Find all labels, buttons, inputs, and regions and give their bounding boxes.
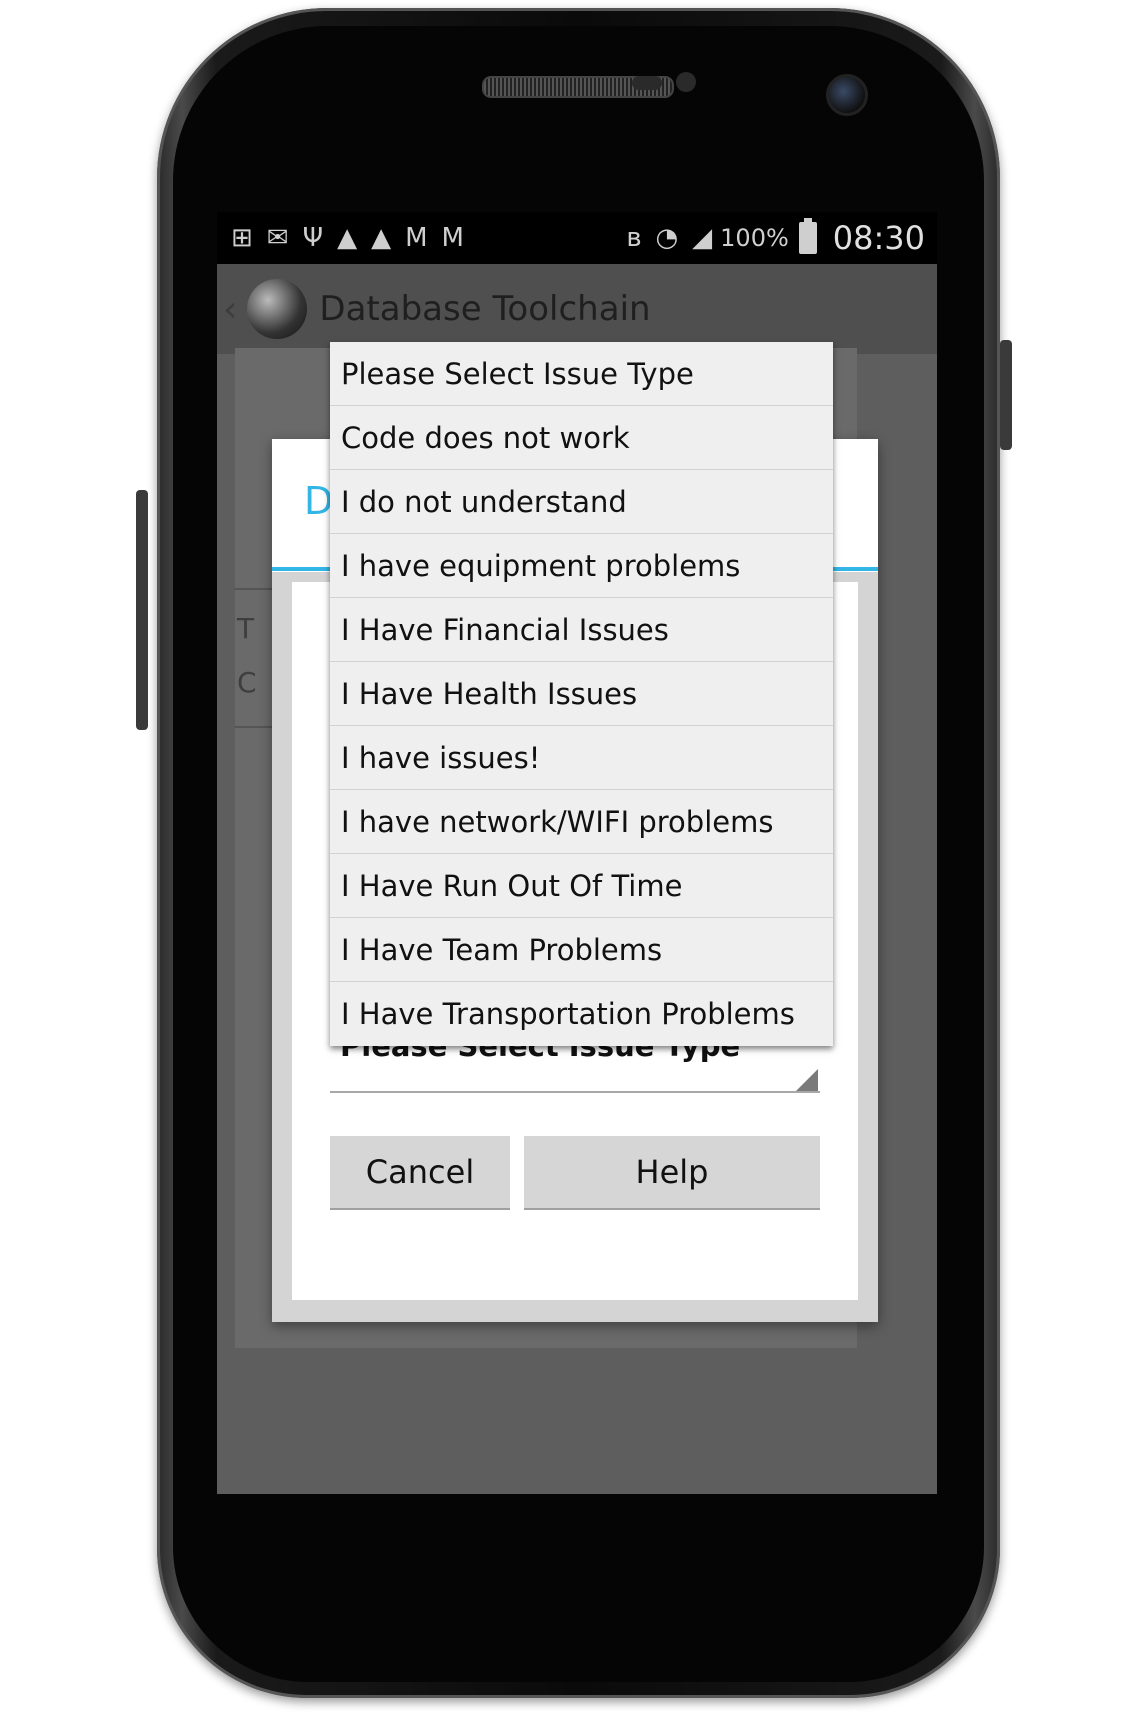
dropdown-option[interactable]: Please Select Issue Type bbox=[330, 342, 833, 406]
add-box-icon: ⊞ bbox=[231, 223, 253, 253]
dropdown-option[interactable]: I Have Health Issues bbox=[330, 662, 833, 726]
email-icon: ✉ bbox=[266, 223, 289, 253]
light-sensor bbox=[676, 72, 696, 92]
action-bar: ‹ Database Toolchain bbox=[217, 264, 937, 354]
signal-icon: ◢ bbox=[692, 223, 713, 253]
dropdown-option[interactable]: I have equipment problems bbox=[330, 534, 833, 598]
warning-icon: ▲ bbox=[371, 223, 392, 253]
spinner-arrow-icon bbox=[796, 1069, 818, 1091]
app-title: Database Toolchain bbox=[319, 289, 651, 329]
app-logo-icon[interactable] bbox=[247, 279, 308, 339]
volume-button bbox=[136, 490, 148, 730]
status-right: ʙ ◔ ◢ 100% 08:30 bbox=[612, 218, 937, 257]
warning-icon: ▲ bbox=[337, 223, 358, 253]
proximity-sensor bbox=[632, 76, 662, 90]
gmail-icon: M bbox=[441, 223, 464, 253]
front-camera bbox=[826, 74, 868, 116]
usb-icon: Ψ bbox=[302, 223, 324, 253]
back-chevron-icon[interactable]: ‹ bbox=[223, 289, 237, 330]
dropdown-option[interactable]: I have network/WIFI problems bbox=[330, 790, 833, 854]
background-text: T bbox=[237, 612, 255, 645]
issue-type-dropdown: Please Select Issue Type Code does not w… bbox=[330, 342, 833, 1046]
battery-percent: 100% bbox=[720, 224, 789, 252]
battery-icon bbox=[798, 218, 817, 254]
gmail-icon: M bbox=[405, 223, 428, 253]
bluetooth-icon: ʙ bbox=[626, 223, 642, 253]
dropdown-option[interactable]: I Have Transportation Problems bbox=[330, 982, 833, 1046]
power-button bbox=[1000, 340, 1012, 450]
dialog-title: D bbox=[304, 479, 334, 523]
dropdown-option[interactable]: I do not understand bbox=[330, 470, 833, 534]
status-bar: ⊞ ✉ Ψ ▲ ▲ M M ʙ ◔ ◢ 100% 08:30 bbox=[217, 212, 937, 264]
clock: 08:30 bbox=[832, 219, 925, 257]
dropdown-option[interactable]: Code does not work bbox=[330, 406, 833, 470]
wifi-icon: ◔ bbox=[655, 223, 679, 253]
screen: ⊞ ✉ Ψ ▲ ▲ M M ʙ ◔ ◢ 100% 08:30 ‹ Databas… bbox=[217, 212, 937, 1494]
help-button[interactable]: Help bbox=[524, 1136, 820, 1210]
dropdown-option[interactable]: I Have Financial Issues bbox=[330, 598, 833, 662]
dropdown-option[interactable]: I Have Run Out Of Time bbox=[330, 854, 833, 918]
background-text: C bbox=[237, 666, 257, 699]
dropdown-option[interactable]: I have issues! bbox=[330, 726, 833, 790]
cancel-button[interactable]: Cancel bbox=[330, 1136, 510, 1210]
dropdown-option[interactable]: I Have Team Problems bbox=[330, 918, 833, 982]
